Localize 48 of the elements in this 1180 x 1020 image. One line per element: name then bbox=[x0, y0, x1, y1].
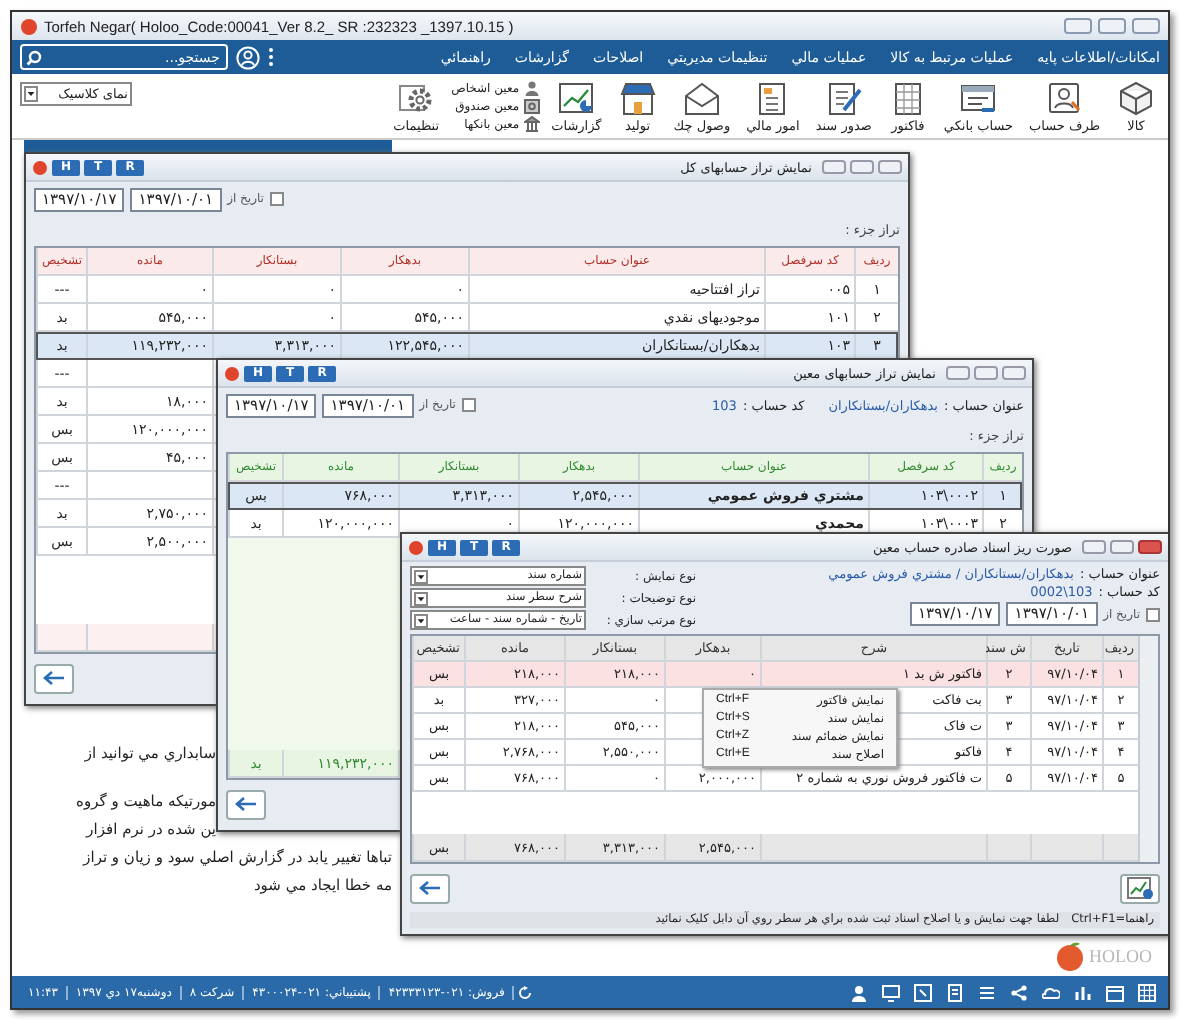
envelope-icon bbox=[681, 79, 722, 115]
checkbox[interactable] bbox=[1146, 607, 1160, 621]
checkbox[interactable] bbox=[461, 398, 476, 412]
back-button[interactable] bbox=[226, 789, 266, 819]
calendar-icon[interactable] bbox=[1106, 983, 1124, 1001]
chart-button[interactable] bbox=[1120, 873, 1160, 903]
chart-icon bbox=[1126, 876, 1154, 900]
close-button[interactable] bbox=[1138, 540, 1162, 554]
bank-icon bbox=[523, 116, 540, 132]
fruit-icon bbox=[408, 539, 424, 555]
fruit-logo-icon bbox=[1053, 940, 1085, 972]
box-icon bbox=[1116, 79, 1156, 115]
back-button[interactable] bbox=[410, 873, 450, 903]
logo-text: HOLOO bbox=[1089, 946, 1152, 966]
list-icon[interactable] bbox=[978, 983, 996, 1001]
person-icon bbox=[523, 80, 540, 96]
storefront-icon bbox=[617, 79, 658, 115]
window-icon[interactable] bbox=[914, 983, 932, 1001]
back-button[interactable] bbox=[34, 663, 74, 693]
safe-icon bbox=[523, 98, 540, 114]
checkbox[interactable] bbox=[269, 192, 284, 206]
window-icon bbox=[958, 79, 999, 115]
gear-icon bbox=[396, 79, 437, 115]
arrow-left-icon bbox=[234, 796, 258, 812]
document-icon[interactable] bbox=[946, 983, 964, 1001]
more-icon[interactable] bbox=[268, 46, 274, 68]
caret-icon bbox=[414, 591, 428, 605]
share-icon[interactable] bbox=[1010, 983, 1028, 1001]
caret-icon bbox=[414, 569, 428, 583]
grid-icon[interactable] bbox=[1138, 983, 1156, 1001]
monitor-icon[interactable] bbox=[882, 983, 900, 1001]
pen-document-icon bbox=[823, 79, 864, 115]
fruit-icon bbox=[20, 17, 38, 35]
bar-chart-icon[interactable] bbox=[1074, 983, 1092, 1001]
person-card-icon bbox=[1044, 79, 1085, 115]
person-icon[interactable] bbox=[850, 983, 868, 1001]
chart-icon bbox=[556, 79, 597, 115]
fruit-icon bbox=[32, 159, 48, 175]
fruit-icon bbox=[224, 365, 240, 381]
search-icon[interactable] bbox=[26, 49, 42, 65]
caret-icon bbox=[24, 86, 38, 102]
caret-icon bbox=[414, 613, 428, 627]
arrow-left-icon bbox=[42, 670, 66, 686]
cloud-icon[interactable] bbox=[1042, 983, 1060, 1001]
refresh-icon[interactable] bbox=[518, 985, 533, 999]
scrollbar[interactable] bbox=[1138, 636, 1158, 862]
arrow-left-icon bbox=[418, 880, 442, 896]
user-icon[interactable] bbox=[236, 45, 260, 69]
